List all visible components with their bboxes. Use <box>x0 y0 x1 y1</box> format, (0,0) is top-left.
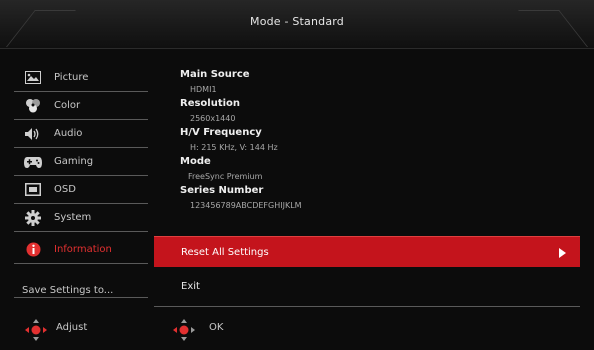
sidebar-item-system[interactable]: System <box>14 204 148 232</box>
speaker-icon <box>22 126 44 142</box>
chevron-right-icon <box>559 248 566 258</box>
gear-icon <box>22 209 44 226</box>
sidebar-item-label: OSD <box>54 184 76 195</box>
sidebar-item-label: Picture <box>54 72 89 83</box>
mode-label: Mode <box>180 156 211 167</box>
picture-icon <box>22 70 44 86</box>
sidebar-item-osd[interactable]: OSD <box>14 176 148 204</box>
navigation-pad-icon <box>25 319 47 341</box>
main-source-label: Main Source <box>180 69 250 80</box>
main-divider <box>154 306 580 307</box>
sidebar-menu: Picture Color Audio Gaming OSD System In… <box>14 64 148 298</box>
main-source-value: HDMI1 <box>190 85 217 94</box>
series-number-value: 123456789ABCDEFGHIJKLM <box>190 201 302 210</box>
sidebar-item-label: Audio <box>54 128 83 139</box>
sidebar-divider <box>14 297 148 298</box>
series-number-label: Series Number <box>180 185 264 196</box>
sidebar-item-label: Information <box>54 244 112 255</box>
info-icon <box>22 242 44 258</box>
resolution-value: 2560x1440 <box>190 114 236 123</box>
gamepad-icon <box>22 154 44 170</box>
sidebar-item-audio[interactable]: Audio <box>14 120 148 148</box>
mode-value: FreeSync Premium <box>188 172 263 181</box>
sidebar-item-picture[interactable]: Picture <box>14 64 148 92</box>
frequency-label: H/V Frequency <box>180 127 262 138</box>
osd-header: Mode - Standard <box>0 0 594 49</box>
sidebar-item-gaming[interactable]: Gaming <box>14 148 148 176</box>
sidebar-item-information[interactable]: Information <box>14 236 148 264</box>
adjust-hint-label: Adjust <box>56 322 88 333</box>
page-title: Mode - Standard <box>250 15 344 28</box>
ok-hint-label: OK <box>209 322 224 333</box>
sidebar-item-label: Gaming <box>54 156 94 167</box>
sidebar-item-label: System <box>54 212 92 223</box>
exit-button[interactable]: Exit <box>181 281 200 292</box>
sidebar-item-label: Color <box>54 100 81 111</box>
reset-label: Reset All Settings <box>181 247 269 258</box>
resolution-label: Resolution <box>180 98 241 109</box>
palette-icon <box>22 98 44 114</box>
ok-button-icon <box>173 319 195 341</box>
osd-icon <box>22 182 44 198</box>
sidebar-item-color[interactable]: Color <box>14 92 148 120</box>
info-panel: Main Source HDMI1 Resolution 2560x1440 H… <box>180 68 580 213</box>
osd-menu: Mode - Standard Picture Color Audio Gami… <box>0 0 594 350</box>
reset-all-settings-button[interactable]: Reset All Settings <box>154 236 580 267</box>
save-settings-button[interactable]: Save Settings to... <box>22 285 113 296</box>
frequency-value: H: 215 KHz, V: 144 Hz <box>190 143 278 152</box>
